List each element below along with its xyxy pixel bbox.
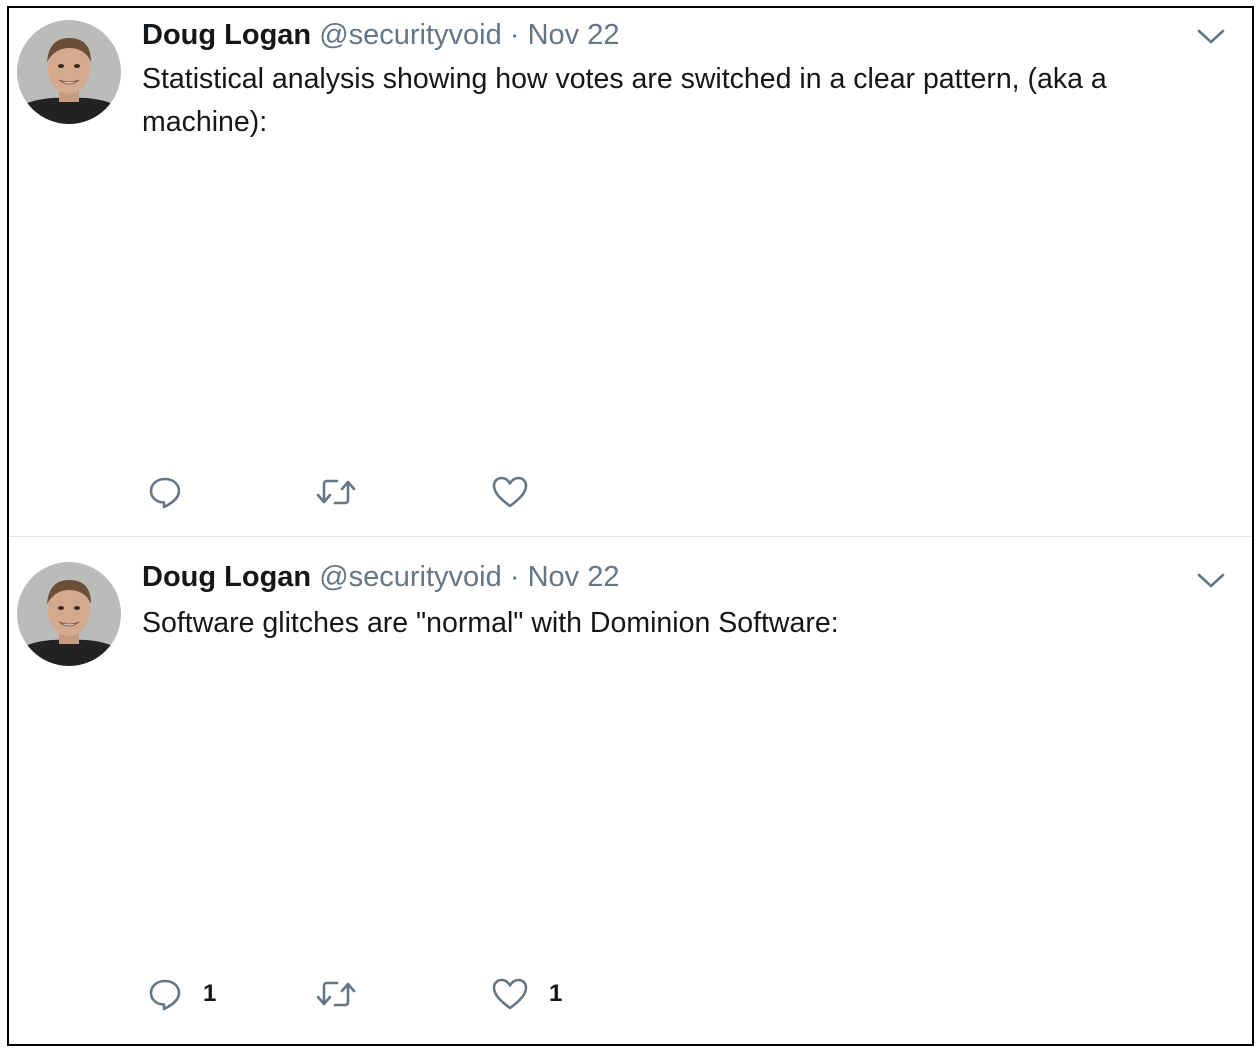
reply-icon bbox=[147, 474, 183, 510]
like-button[interactable]: 1 bbox=[491, 974, 562, 1014]
tweet-text: Statistical analysis showing how votes a… bbox=[142, 63, 1107, 138]
tweet-header: Doug Logan @securityvoid · Nov 22 bbox=[142, 560, 619, 594]
tweet-screenshot-frame: Doug Logan @securityvoid · Nov 22 Statis… bbox=[7, 6, 1254, 1046]
author-handle[interactable]: @securityvoid bbox=[319, 19, 502, 51]
reply-button[interactable]: 1 bbox=[147, 974, 216, 1014]
tweet[interactable]: Doug Logan @securityvoid · Nov 22 Softwa… bbox=[9, 548, 1252, 1048]
avatar[interactable] bbox=[17, 562, 121, 666]
retweet-icon bbox=[315, 976, 357, 1012]
reply-count: 1 bbox=[203, 980, 217, 1007]
retweet-button[interactable] bbox=[315, 974, 377, 1014]
retweet-icon bbox=[315, 474, 357, 510]
author-handle[interactable]: @securityvoid bbox=[319, 561, 502, 593]
heart-icon bbox=[491, 976, 529, 1012]
like-count: 1 bbox=[549, 980, 563, 1007]
heart-icon bbox=[491, 474, 529, 510]
reply-button[interactable] bbox=[147, 472, 203, 512]
tweet-header: Doug Logan @securityvoid · Nov 22 bbox=[142, 18, 619, 52]
reply-icon bbox=[147, 976, 183, 1012]
tweet[interactable]: Doug Logan @securityvoid · Nov 22 Statis… bbox=[9, 8, 1252, 537]
retweet-button[interactable] bbox=[315, 472, 377, 512]
separator: · bbox=[509, 561, 520, 593]
tweet-date[interactable]: Nov 22 bbox=[528, 19, 620, 51]
chevron-down-icon[interactable] bbox=[1196, 26, 1226, 46]
avatar[interactable] bbox=[17, 20, 121, 124]
chevron-down-icon[interactable] bbox=[1196, 570, 1226, 590]
tweet-text: Software glitches are "normal" with Domi… bbox=[142, 607, 839, 639]
author-name[interactable]: Doug Logan bbox=[142, 561, 311, 593]
like-button[interactable] bbox=[491, 472, 549, 512]
separator: · bbox=[509, 19, 520, 51]
author-name[interactable]: Doug Logan bbox=[142, 19, 311, 51]
tweet-date[interactable]: Nov 22 bbox=[528, 561, 620, 593]
